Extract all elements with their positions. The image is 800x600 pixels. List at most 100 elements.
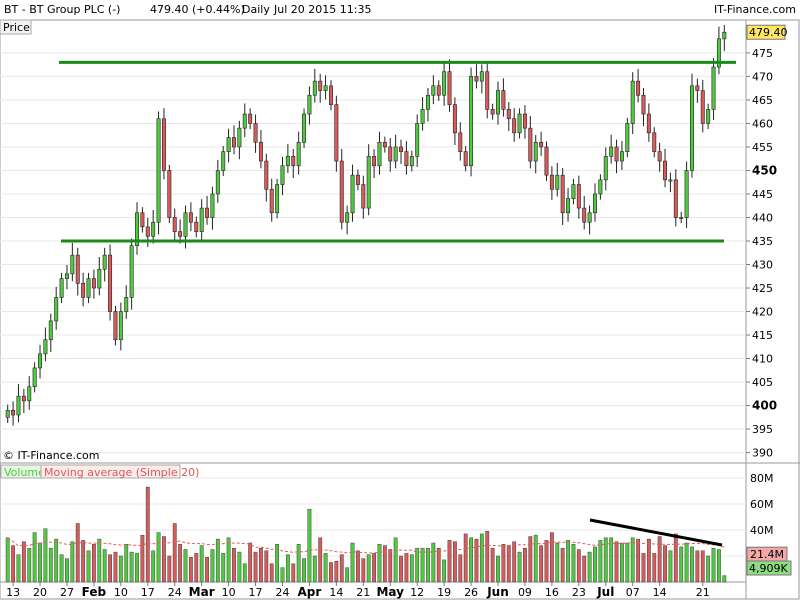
- candle-down: [334, 104, 339, 162]
- candle-up: [38, 353, 42, 369]
- volume-bar-down: [382, 545, 387, 583]
- candle-down: [161, 118, 166, 171]
- candle-down: [329, 85, 333, 105]
- volume-bar-down: [194, 553, 199, 583]
- time-tick-label: 14: [329, 586, 343, 599]
- volume-bar-down: [539, 545, 544, 583]
- candle-up: [625, 123, 630, 152]
- time-tick-label: 07: [626, 586, 640, 599]
- candle-down: [652, 132, 657, 152]
- volume-bar-up: [393, 537, 398, 583]
- candle-up: [517, 113, 522, 134]
- volume-bar-up: [48, 547, 53, 583]
- candle-up: [129, 245, 134, 298]
- candle-down: [700, 90, 705, 124]
- volume-bar-down: [458, 554, 463, 583]
- volume-bar-up: [442, 559, 447, 583]
- volume-bar-down: [259, 547, 263, 583]
- candle-up: [183, 212, 188, 237]
- candle-up: [393, 146, 398, 162]
- candle-up: [275, 184, 280, 214]
- price-tick-label: 400: [752, 399, 777, 413]
- candle-down: [636, 80, 641, 96]
- candle-up: [469, 76, 474, 167]
- candle-down: [544, 146, 549, 176]
- candle-up: [237, 127, 242, 148]
- candle-down: [81, 283, 86, 298]
- volume-bar-down: [113, 551, 118, 583]
- candle-down: [194, 221, 199, 232]
- candle-down: [560, 174, 565, 214]
- volume-tick-label: 80M: [750, 472, 774, 485]
- candle-down: [452, 104, 457, 134]
- time-tick-label: 16: [545, 586, 559, 599]
- candle-down: [576, 184, 581, 209]
- volume-bar-up: [420, 547, 425, 583]
- candle-up: [593, 193, 597, 214]
- volume-bar-down: [172, 523, 177, 583]
- volume-bar-down: [11, 545, 16, 583]
- last-price-label: 479.40: [749, 26, 788, 39]
- time-tick-label: 10: [222, 586, 236, 599]
- volume-bar-up: [571, 544, 576, 583]
- candle-up: [43, 339, 48, 355]
- candle-up: [679, 217, 684, 219]
- time-tick-label: 12: [410, 586, 424, 599]
- time-tick-label: 24: [168, 586, 182, 599]
- price-tick-label: 430: [752, 259, 773, 272]
- price-tick-label: 455: [752, 141, 773, 154]
- time-tick-label: 09: [518, 586, 532, 599]
- candle-up: [302, 113, 307, 143]
- candle-up: [199, 207, 204, 232]
- candle-up: [312, 80, 317, 96]
- volume-bar-down: [108, 554, 112, 583]
- time-tick-label: 27: [60, 586, 74, 599]
- volume-bar-down: [576, 549, 581, 583]
- candle-up: [722, 31, 727, 40]
- volume-bar-up: [716, 549, 721, 583]
- candle-down: [75, 254, 80, 284]
- candle-up: [555, 174, 560, 190]
- volume-bar-up: [722, 575, 727, 583]
- candle-down: [264, 160, 269, 190]
- volume-bar-down: [188, 557, 193, 583]
- volume-bar-down: [582, 555, 587, 583]
- volume-value-label: 4,909K: [749, 562, 788, 575]
- volume-bar-up: [156, 532, 161, 583]
- volume-bar-up: [566, 540, 570, 583]
- volume-bar-up: [366, 554, 371, 583]
- candle-up: [571, 184, 576, 199]
- candle-down: [205, 207, 210, 218]
- candle-down: [447, 71, 452, 105]
- volume-bar-down: [646, 538, 651, 583]
- candle-down: [258, 141, 263, 162]
- volume-bar-down: [452, 541, 457, 583]
- volume-bar-up: [706, 555, 711, 583]
- volume-bar-down: [463, 533, 468, 583]
- price-tick-label: 425: [752, 282, 773, 295]
- time-tick-label: 26: [464, 586, 478, 599]
- candle-down: [501, 90, 506, 110]
- volume-bar-up: [86, 550, 91, 583]
- candle-down: [355, 174, 360, 185]
- volume-bar-up: [307, 508, 312, 583]
- volume-bar-up: [285, 554, 290, 583]
- candle-down: [663, 160, 668, 181]
- candle-up: [377, 141, 382, 167]
- volume-bar-up: [221, 553, 226, 583]
- candle-up: [27, 386, 32, 402]
- candle-down: [248, 113, 253, 124]
- volume-bar-down: [501, 544, 506, 583]
- volume-bar-up: [625, 542, 630, 583]
- volume-bar-down: [560, 547, 565, 583]
- time-tick-label: Feb: [82, 585, 107, 599]
- candle-up: [350, 174, 355, 214]
- candle-down: [291, 156, 296, 167]
- candle-down: [318, 80, 323, 91]
- candle-up: [118, 311, 123, 341]
- volume-bar-down: [91, 544, 96, 583]
- volume-bar-up: [302, 558, 306, 583]
- candle-down: [253, 123, 258, 143]
- volume-bar-up: [97, 538, 102, 583]
- price-tick-label: 405: [752, 376, 773, 389]
